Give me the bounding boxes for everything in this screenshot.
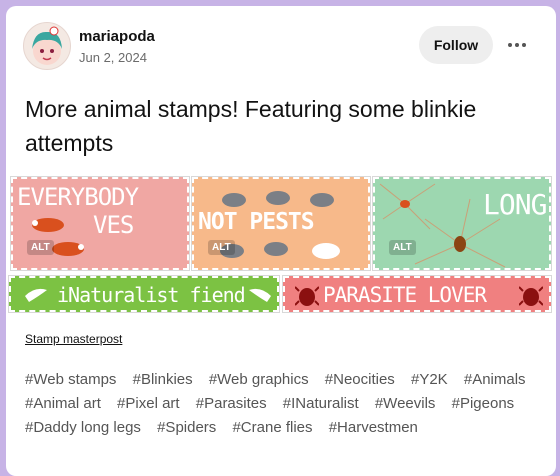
tag[interactable]: #Blinkies <box>133 371 193 388</box>
stamp-text-line2: VES <box>93 211 134 239</box>
post-date[interactable]: Jun 2, 2024 <box>79 50 147 65</box>
tag-list: #Web stamps #Blinkies #Web graphics #Neo… <box>25 368 545 440</box>
more-options-icon[interactable] <box>500 31 534 59</box>
blinkie-image-inaturalist[interactable]: iNaturalist fiend <box>8 275 280 313</box>
follow-button[interactable]: Follow <box>419 26 493 64</box>
tag[interactable]: #Web graphics <box>209 371 309 388</box>
tag[interactable]: #Neocities <box>325 371 395 388</box>
tag[interactable]: #Pixel art <box>117 395 180 412</box>
bird-icon <box>25 288 47 302</box>
tag[interactable]: #Pigeons <box>452 395 515 412</box>
alt-badge[interactable]: ALT <box>208 240 235 255</box>
tag[interactable]: #Crane flies <box>232 419 312 436</box>
tag[interactable]: #Daddy long legs <box>25 419 141 436</box>
blinkie-image-parasite[interactable]: PARASITE LOVER <box>282 275 552 313</box>
post-title: More animal stamps! Featuring some blink… <box>25 96 477 156</box>
alt-badge[interactable]: ALT <box>27 240 54 255</box>
post-card: mariapoda Jun 2, 2024 Follow More animal… <box>6 6 556 476</box>
avatar[interactable] <box>23 22 71 70</box>
tag[interactable]: #Y2K <box>411 371 448 388</box>
stamp-image-long[interactable]: LONG ALT <box>372 176 552 271</box>
tag[interactable]: #Harvestmen <box>329 419 418 436</box>
animal-icon <box>32 218 84 256</box>
tag[interactable]: #Animals <box>464 371 526 388</box>
stamp-masterpost-link[interactable]: Stamp masterpost <box>25 332 122 346</box>
tag[interactable]: #Animal art <box>25 395 101 412</box>
tag[interactable]: #INaturalist <box>283 395 359 412</box>
avatar-illustration <box>32 26 62 65</box>
alt-badge[interactable]: ALT <box>389 240 416 255</box>
stamp-text: NOT PESTS <box>198 209 315 235</box>
tag[interactable]: #Web stamps <box>25 371 116 388</box>
stamp-text: LONG <box>483 188 547 221</box>
stamp-image-everybody[interactable]: EVERYBODY VES ALT <box>10 176 190 271</box>
dot <box>515 43 519 47</box>
tag[interactable]: #Parasites <box>196 395 267 412</box>
tick-icon <box>519 286 543 306</box>
tag[interactable]: #Spiders <box>157 419 216 436</box>
dot <box>508 43 512 47</box>
username[interactable]: mariapoda <box>79 28 155 45</box>
tick-icon <box>295 286 319 306</box>
blinkie-text: PARASITE LOVER <box>323 283 487 307</box>
bird-icon <box>249 288 271 302</box>
tag[interactable]: #Weevils <box>375 395 436 412</box>
stamp-text-line1: EVERYBODY <box>17 183 139 211</box>
dot <box>522 43 526 47</box>
stamp-image-not-pests[interactable]: NOT PESTS ALT <box>191 176 371 271</box>
blinkie-text: iNaturalist fiend <box>57 283 246 307</box>
